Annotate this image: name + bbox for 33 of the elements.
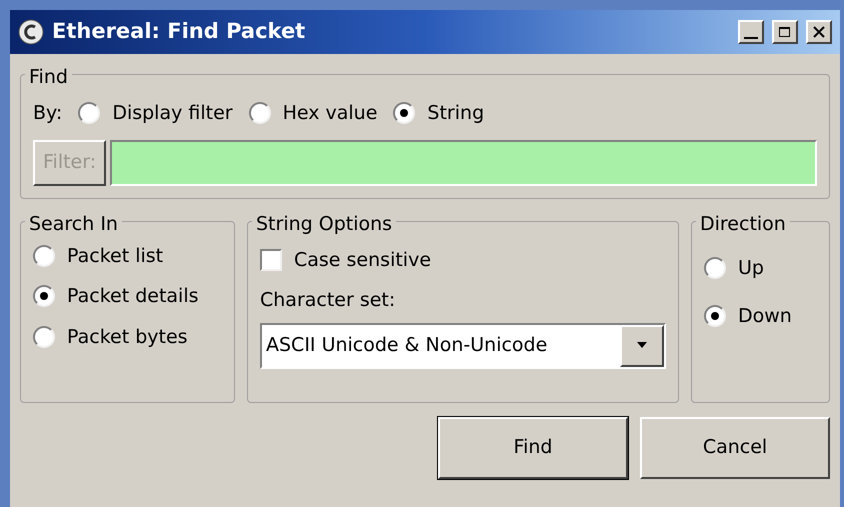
minimize-button[interactable] xyxy=(738,20,764,44)
app-logo-icon xyxy=(18,19,44,45)
close-icon xyxy=(812,26,826,38)
radio-button[interactable] xyxy=(393,102,416,124)
checkbox-option[interactable]: Case sensitive xyxy=(260,246,666,274)
maximize-button[interactable] xyxy=(772,20,798,44)
radio-button[interactable] xyxy=(248,102,271,124)
radio-option[interactable]: Up xyxy=(704,254,817,282)
radio-option[interactable]: Packet bytes xyxy=(33,322,222,351)
radio-option[interactable]: Down xyxy=(704,302,817,330)
radio-button[interactable] xyxy=(704,256,726,279)
radio-button[interactable] xyxy=(33,326,55,348)
charset-label: Character set: xyxy=(260,288,396,313)
dialog-button[interactable]: Cancel xyxy=(640,416,830,478)
caret-icon xyxy=(636,342,648,349)
radio-option[interactable]: Packet list xyxy=(33,242,222,270)
dialog-button[interactable]: Find xyxy=(438,416,628,478)
radio-button[interactable] xyxy=(33,244,55,267)
checkbox[interactable] xyxy=(260,248,282,271)
maximize-icon xyxy=(778,26,792,38)
radio-button[interactable] xyxy=(78,102,100,124)
filter-input-field[interactable] xyxy=(110,140,817,186)
charset-dropdown[interactable]: ASCII Unicode & Non-Unicode xyxy=(260,322,666,368)
radio-option[interactable]: Display filter xyxy=(78,99,233,128)
minimize-icon xyxy=(744,37,758,39)
radio-option[interactable]: Hex value xyxy=(248,99,378,128)
by-label: By: xyxy=(33,101,62,126)
radio-button[interactable] xyxy=(704,305,726,328)
window-title: Ethereal: Find Packet xyxy=(52,18,306,46)
radio-button[interactable] xyxy=(33,285,55,308)
radio-option[interactable]: Packet details xyxy=(33,282,222,310)
close-button[interactable] xyxy=(806,20,832,44)
radio-option[interactable]: String xyxy=(393,99,484,128)
